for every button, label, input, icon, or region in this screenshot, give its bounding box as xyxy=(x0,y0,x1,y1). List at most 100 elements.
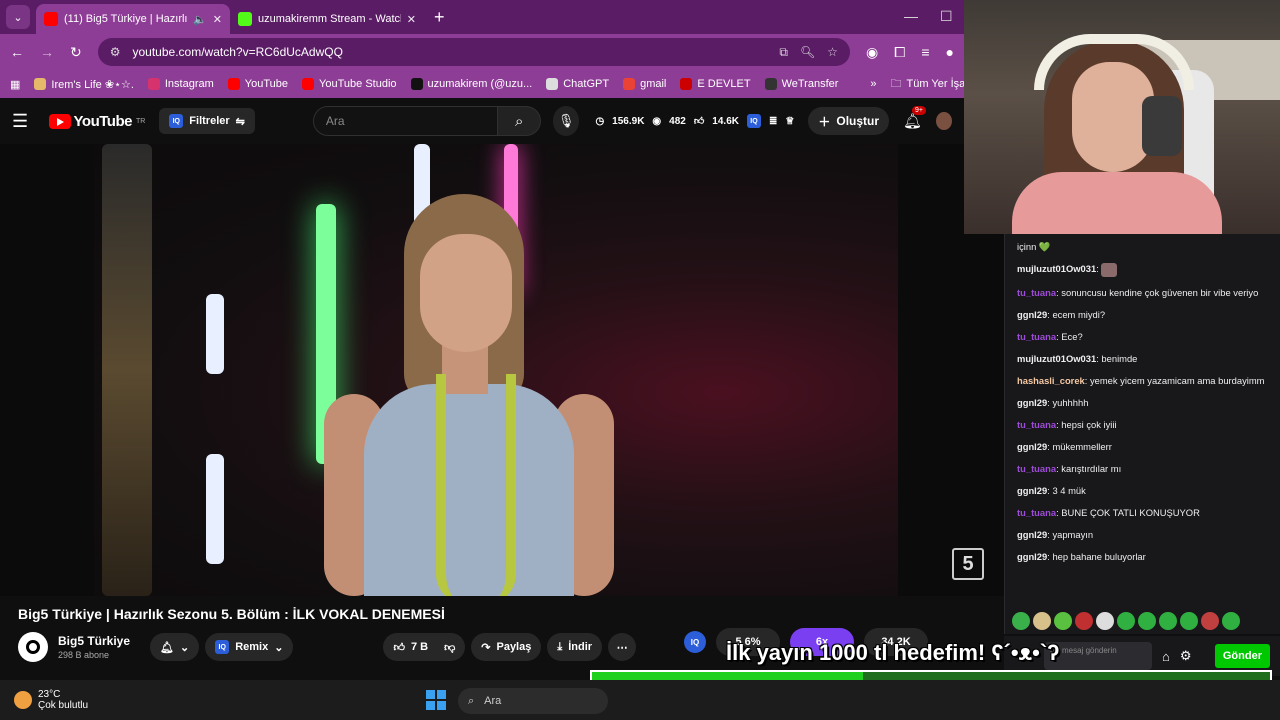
zoom-icon[interactable]: 🔍︎ xyxy=(800,45,815,59)
profile-icon[interactable]: ● xyxy=(946,44,954,60)
chat-message: ggnl29: mükemmellerr xyxy=(1017,440,1112,452)
bookmark-irems-life[interactable]: Irem's Life ❀⋆☆. xyxy=(34,78,134,91)
mute-icon[interactable]: 🔈 xyxy=(193,13,207,26)
like-button[interactable]: 👍︎ 7 B 👎︎ xyxy=(383,633,466,661)
more-icon: ⋯ xyxy=(616,641,628,654)
chat-message: ggnl29: yapmayın xyxy=(1017,528,1094,540)
close-icon[interactable]: ✕ xyxy=(407,13,416,26)
emote-icon[interactable] xyxy=(1054,612,1072,630)
bell-icon: 🔔︎ xyxy=(903,113,923,130)
new-tab-button[interactable]: + xyxy=(424,7,455,34)
apps-grid-icon[interactable]: ▦ xyxy=(10,78,20,91)
bookmark-chatgpt[interactable]: ChatGPT xyxy=(546,78,609,90)
send-button[interactable]: Gönder xyxy=(1214,644,1270,668)
camera-extension-icon[interactable]: ◉ xyxy=(866,44,878,61)
tab-youtube[interactable]: (11) Big5 Türkiye | Hazırlık S 🔈 ✕ xyxy=(36,4,230,34)
share-icon: ↷ xyxy=(481,641,491,654)
video-title: Big5 Türkiye | Hazırlık Sezonu 5. Bölüm … xyxy=(18,606,445,622)
create-button[interactable]: ＋ Oluştur xyxy=(808,107,890,135)
weather-widget[interactable]: 23°C Çok bulutlu xyxy=(14,689,88,711)
subscription-bell-button[interactable]: 🔔︎ ⌄ xyxy=(150,633,200,661)
bookmark-tiktok[interactable]: uzumakirem (@uzu... xyxy=(410,78,532,90)
tab-title: (11) Big5 Türkiye | Hazırlık S xyxy=(64,13,188,25)
windows-start-icon[interactable] xyxy=(426,690,446,710)
bookmark-youtube[interactable]: YouTube xyxy=(227,78,288,90)
youtube-header: ☰ YouTube TR IQ Filtreler ⇋ Ara ⌕ 🎙︎ ◷ 15… xyxy=(0,98,964,144)
channel-row: Big5 Türkiye 298 B abone 🔔︎ ⌄ IQ Remix ⌄ 👍︎… xyxy=(18,632,658,662)
bookmark-gmail[interactable]: gmail xyxy=(623,78,666,90)
emote-icon[interactable] xyxy=(1117,612,1135,630)
remix-button[interactable]: IQ Remix ⌄ xyxy=(205,633,294,661)
chat-message-input[interactable]: Bir mesaj gönderin xyxy=(1044,642,1152,670)
bookmark-wetransfer[interactable]: WeTransfer xyxy=(764,78,838,90)
weather-condition: Çok bulutlu xyxy=(38,700,89,711)
donation-goal-message: İlk yayın 1000 tl hedefim! ʕ´•ᴥ•`ʔ xyxy=(726,640,1060,665)
notifications-button[interactable]: 🔔︎ 9+ xyxy=(903,106,927,130)
bookmark-youtube-studio[interactable]: YouTube Studio xyxy=(302,78,397,90)
bookmark-instagram[interactable]: Instagram xyxy=(147,78,214,90)
chat-message: ggnl29: hep bahane buluyorlar xyxy=(1017,550,1146,562)
search-icon: ⌕ xyxy=(468,694,475,707)
url-text[interactable]: youtube.com/watch?v=RC6dUcAdwQQ xyxy=(133,45,768,59)
menu-icon[interactable]: ☰ xyxy=(12,111,39,132)
bookmark-all-folder[interactable]: 🗀 Tüm Yer İşa xyxy=(891,75,966,94)
share-button[interactable]: ↷ Paylaş xyxy=(471,633,542,661)
iq-icon: IQ xyxy=(215,640,230,654)
bookmark-star-icon[interactable]: ☆ xyxy=(827,45,838,59)
tab-search-dropdown[interactable]: ⌄ xyxy=(6,5,30,29)
emote-icon[interactable] xyxy=(1222,612,1240,630)
thumb-icon: 👍︎ xyxy=(693,116,705,127)
emote-icon[interactable] xyxy=(1201,612,1219,630)
trophy-icon: ♕ xyxy=(785,115,795,127)
more-button[interactable]: ⋯ xyxy=(608,633,637,661)
search-icon: ⌕ xyxy=(514,112,524,130)
chevron-down-icon: ⌄ xyxy=(274,641,284,654)
chevron-down-icon: ⌄ xyxy=(180,641,190,654)
notification-badge: 9+ xyxy=(912,106,927,115)
download-button[interactable]: ⤓ İndir xyxy=(547,633,603,661)
install-icon[interactable]: ⧉ xyxy=(779,45,788,60)
emote-icon[interactable] xyxy=(1138,612,1156,630)
media-icon[interactable]: ≡ xyxy=(921,44,929,60)
forward-icon[interactable]: → xyxy=(40,44,54,60)
emote-icon[interactable] xyxy=(1075,612,1093,630)
extensions-icon[interactable]: ⧠ xyxy=(894,44,905,61)
avatar[interactable] xyxy=(936,112,952,130)
search-button[interactable]: ⌕ xyxy=(498,106,541,136)
reload-icon[interactable]: ↻ xyxy=(70,44,82,61)
emote-icon[interactable] xyxy=(1180,612,1198,630)
webcam-overlay xyxy=(964,0,1280,234)
gear-icon[interactable]: ⚙ xyxy=(1180,648,1192,664)
channel-avatar[interactable] xyxy=(18,632,48,662)
store-icon[interactable]: ⌂ xyxy=(1162,649,1170,664)
sliders-icon: ⇋ xyxy=(235,115,245,128)
chat-message: mujluzut01Ow031: xyxy=(1017,262,1268,277)
chat-message: tu_tuana: sonuncusu kendine çok güvenen … xyxy=(1017,286,1259,298)
channel-name[interactable]: Big5 Türkiye xyxy=(58,634,130,648)
back-icon[interactable]: ← xyxy=(10,44,24,60)
emote-icon[interactable] xyxy=(1159,612,1177,630)
taskbar-search[interactable]: ⌕ Ara xyxy=(458,688,608,714)
tab-kick-stream[interactable]: uzumakiremm Stream - Watch ✕ xyxy=(230,4,424,34)
browser-tab-bar: ⌄ (11) Big5 Türkiye | Hazırlık S 🔈 ✕ uzu… xyxy=(0,0,964,34)
site-info-icon[interactable]: ⚙ xyxy=(110,45,121,59)
video-frame xyxy=(94,144,898,596)
iq-icon[interactable]: IQ xyxy=(684,631,706,653)
youtube-logo[interactable]: YouTube TR xyxy=(48,113,145,130)
omnibox[interactable]: ⚙ youtube.com/watch?v=RC6dUcAdwQQ ⧉ 🔍︎ ☆ xyxy=(97,38,850,66)
filters-button[interactable]: IQ Filtreler ⇋ xyxy=(159,108,255,134)
list-icon: ≣ xyxy=(768,115,778,127)
thumbs-down-icon: 👎︎ xyxy=(444,641,456,654)
voice-search-button[interactable]: 🎙︎ xyxy=(552,106,580,136)
emote-icon[interactable] xyxy=(1033,612,1051,630)
maximize-icon[interactable]: ☐ xyxy=(940,8,953,25)
video-player[interactable]: 5 xyxy=(0,144,1004,596)
bookmark-e-devlet[interactable]: E DEVLET xyxy=(680,78,751,90)
search-input[interactable]: Ara xyxy=(312,106,499,136)
emote-icon[interactable] xyxy=(1096,612,1114,630)
minimize-icon[interactable]: — xyxy=(904,8,918,24)
chat-message: içinn 💚 xyxy=(1017,241,1051,252)
more-bookmarks-icon[interactable]: » xyxy=(870,78,876,90)
emote-icon[interactable] xyxy=(1012,612,1030,630)
close-icon[interactable]: ✕ xyxy=(213,13,222,26)
